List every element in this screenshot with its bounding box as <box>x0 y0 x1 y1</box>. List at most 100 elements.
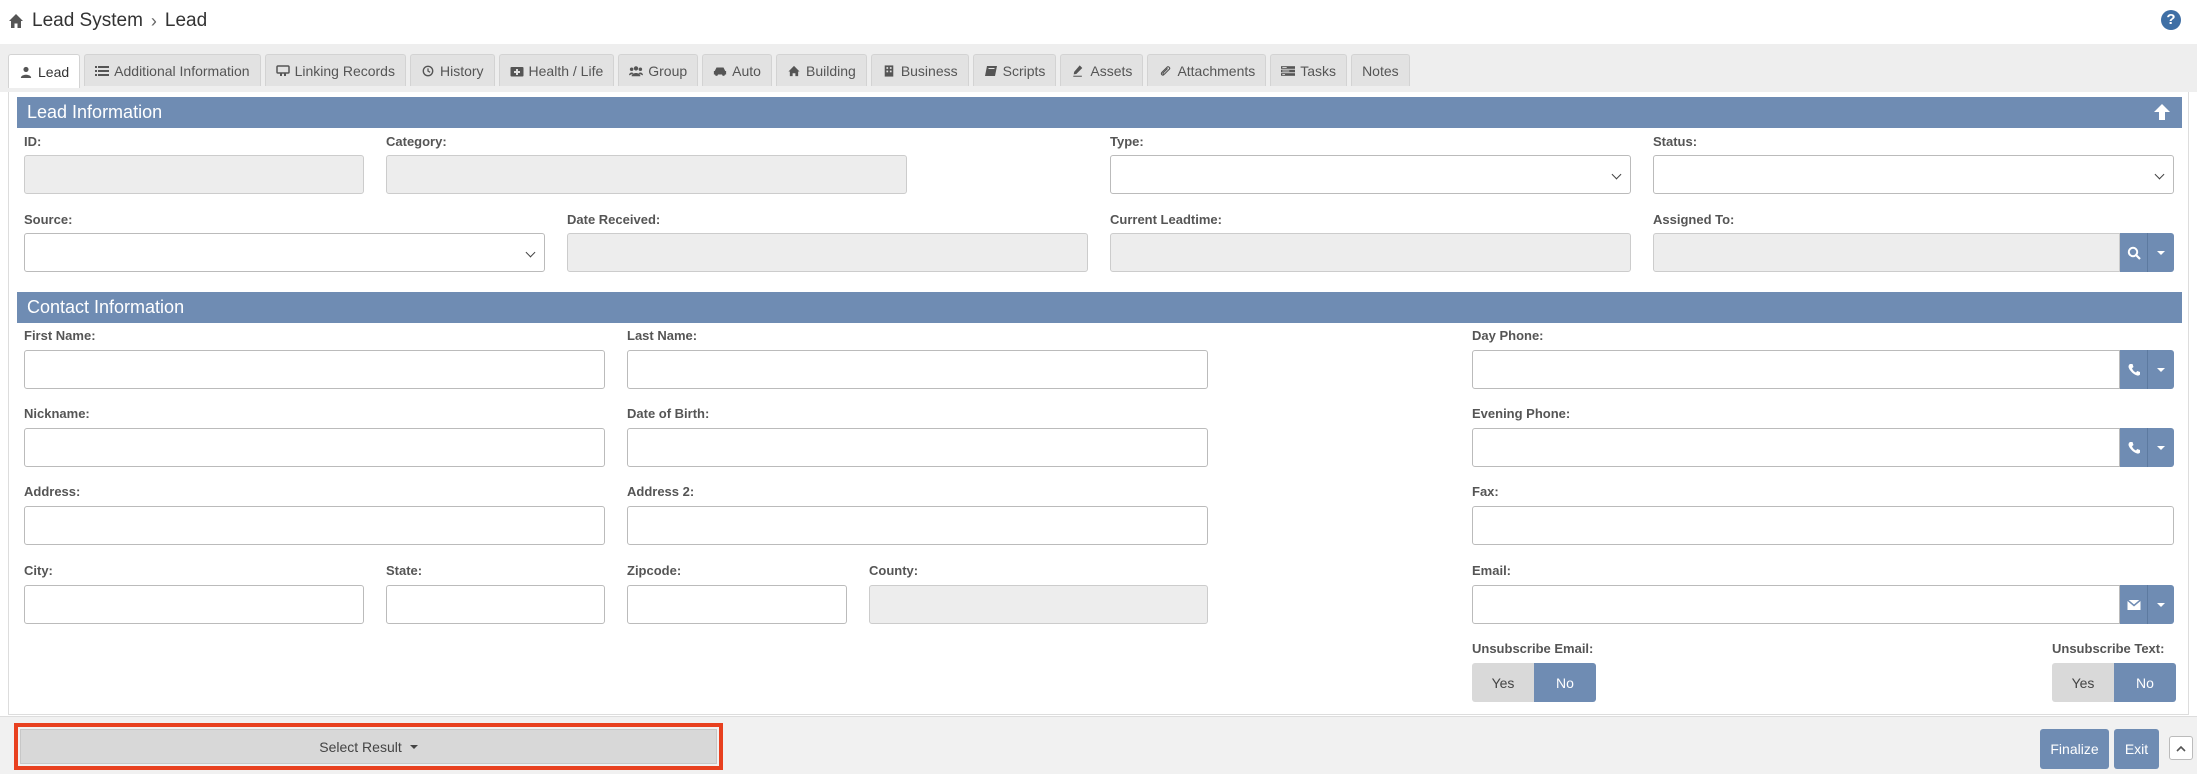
county-label: County: <box>869 563 919 578</box>
unsubscribe-email-toggle: Yes No <box>1472 663 1596 702</box>
dob-field[interactable] <box>627 428 1208 467</box>
group-icon <box>629 65 644 77</box>
email-send-group <box>2120 585 2174 624</box>
scroll-top-button[interactable] <box>2169 736 2193 760</box>
assigned-to-search-group <box>2120 233 2174 272</box>
zipcode-field[interactable] <box>627 585 847 624</box>
fax-field[interactable] <box>1472 506 2174 545</box>
category-field <box>386 155 907 194</box>
tab-label: Attachments <box>1177 62 1256 79</box>
unsubscribe-text-no-button[interactable]: No <box>2114 663 2176 702</box>
building-icon <box>882 64 896 77</box>
home-icon <box>787 65 801 77</box>
car-icon <box>713 65 727 77</box>
home-icon[interactable] <box>8 13 24 29</box>
tab-tasks[interactable]: Tasks <box>1270 54 1348 86</box>
city-field[interactable] <box>24 585 364 624</box>
tab-health-life[interactable]: Health / Life <box>498 54 615 86</box>
tasks-icon <box>1281 65 1296 77</box>
tab-attachments[interactable]: Attachments <box>1147 54 1267 86</box>
type-select[interactable] <box>1110 155 1631 194</box>
chevron-down-icon <box>2157 445 2165 450</box>
tab-scripts[interactable]: Scripts <box>972 54 1057 86</box>
search-icon <box>2127 246 2141 260</box>
email-send-button[interactable] <box>2120 585 2148 624</box>
address-field[interactable] <box>24 506 605 545</box>
evening-phone-dropdown-button[interactable] <box>2148 428 2174 467</box>
unsubscribe-email-yes-button[interactable]: Yes <box>1472 663 1534 702</box>
select-result-label: Select Result <box>319 738 402 755</box>
tab-label: Scripts <box>1002 62 1046 79</box>
nickname-field[interactable] <box>24 428 605 467</box>
tab-lead[interactable]: Lead <box>8 54 81 88</box>
tab-label: Lead <box>38 63 70 80</box>
county-field <box>869 585 1208 624</box>
address2-field[interactable] <box>627 506 1208 545</box>
tab-label: History <box>439 62 484 79</box>
history-icon <box>421 65 435 77</box>
tab-additional-information[interactable]: Additional Information <box>84 54 261 86</box>
tab-notes[interactable]: Notes <box>1351 54 1410 86</box>
collapse-arrow-icon[interactable] <box>2152 102 2172 122</box>
tab-auto[interactable]: Auto <box>702 54 772 86</box>
help-icon[interactable]: ? <box>2161 10 2181 30</box>
lead-information-header[interactable]: Lead Information <box>17 97 2182 128</box>
unsubscribe-email-no-button[interactable]: No <box>1534 663 1596 702</box>
finalize-button[interactable]: Finalize <box>2040 729 2109 769</box>
chevron-down-icon <box>409 744 418 749</box>
book-icon <box>984 65 998 77</box>
last-name-field[interactable] <box>627 350 1208 389</box>
paperclip-icon <box>1158 65 1172 77</box>
email-field[interactable] <box>1472 585 2120 624</box>
day-phone-call-button[interactable] <box>2120 350 2148 389</box>
evening-phone-call-group <box>2120 428 2174 467</box>
city-label: City: <box>24 563 53 578</box>
tab-linking-records[interactable]: Linking Records <box>264 54 406 86</box>
lead-form: Lead Information ID: Category: Type: Sta… <box>8 92 2189 715</box>
tab-label: Notes <box>1362 62 1399 79</box>
tab-label: Tasks <box>1300 62 1337 79</box>
contact-information-header: Contact Information <box>17 292 2182 323</box>
source-select[interactable] <box>24 233 545 272</box>
unsubscribe-email-label: Unsubscribe Email: <box>1472 641 1594 656</box>
dob-label: Date of Birth: <box>627 406 710 421</box>
tab-history[interactable]: History <box>409 54 495 86</box>
assigned-to-dropdown-button[interactable] <box>2148 233 2174 272</box>
email-dropdown-button[interactable] <box>2148 585 2174 624</box>
state-field[interactable] <box>386 585 605 624</box>
evening-phone-field[interactable] <box>1472 428 2120 467</box>
id-label: ID: <box>24 134 42 149</box>
first-name-field[interactable] <box>24 350 605 389</box>
user-icon <box>19 66 33 78</box>
search-button[interactable] <box>2120 233 2148 272</box>
day-phone-field[interactable] <box>1472 350 2120 389</box>
tab-assets[interactable]: Assets <box>1060 54 1144 86</box>
tab-label: Building <box>805 62 856 79</box>
date-received-field <box>567 233 1088 272</box>
day-phone-dropdown-button[interactable] <box>2148 350 2174 389</box>
exit-button[interactable]: Exit <box>2114 729 2159 769</box>
address-label: Address: <box>24 484 81 499</box>
address2-label: Address 2: <box>627 484 695 499</box>
unsubscribe-text-yes-button[interactable]: Yes <box>2052 663 2114 702</box>
chevron-down-icon <box>2157 602 2165 607</box>
tab-label: Health / Life <box>528 62 604 79</box>
evening-phone-label: Evening Phone: <box>1472 406 1571 421</box>
tab-business[interactable]: Business <box>870 54 969 86</box>
nickname-label: Nickname: <box>24 406 90 421</box>
breadcrumb-root[interactable]: Lead System <box>32 10 143 32</box>
tab-building[interactable]: Building <box>775 54 867 86</box>
tab-group[interactable]: Group <box>618 54 699 86</box>
select-result-button[interactable]: Select Result <box>20 729 717 764</box>
evening-phone-call-button[interactable] <box>2120 428 2148 467</box>
first-name-label: First Name: <box>24 328 96 343</box>
assigned-to-label: Assigned To: <box>1653 212 1735 227</box>
contact-information-title: Contact Information <box>27 297 185 317</box>
tab-label: Linking Records <box>294 62 395 79</box>
link-records-icon <box>275 64 290 77</box>
phone-icon <box>2128 363 2140 376</box>
breadcrumb-separator-icon: › <box>150 10 157 31</box>
status-select[interactable] <box>1653 155 2174 194</box>
tab-label: Additional Information <box>114 62 250 79</box>
tab-label: Group <box>648 62 688 79</box>
